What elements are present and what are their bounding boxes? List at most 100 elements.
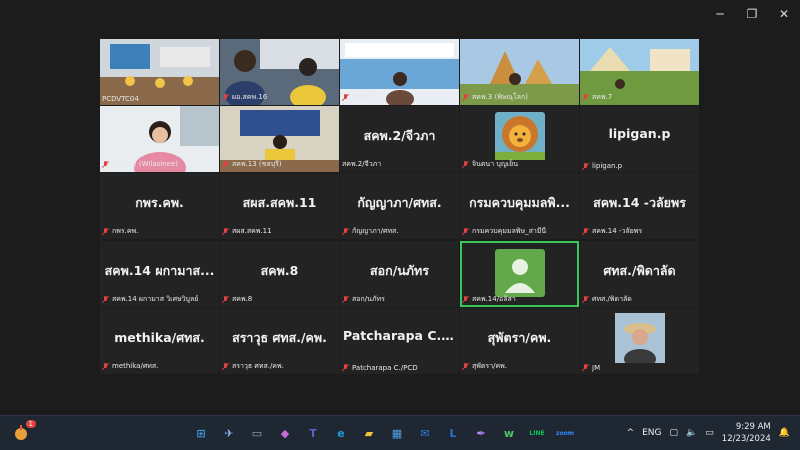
participant-display-name: สคพ.8 [260, 262, 299, 278]
plane-icon[interactable]: ✈ [218, 422, 240, 444]
participant-tile[interactable]: จินตนา บุญเย็น [460, 106, 579, 173]
participant-tile[interactable]: สคพ.2/จีวภา สคพ.2/จีวภา [340, 106, 459, 173]
participant-tile[interactable]: สคพ.7 [580, 39, 699, 105]
copilot-icon[interactable]: ◆ [274, 422, 296, 444]
muted-mic-icon [222, 94, 229, 101]
participant-label: lipigan.p [582, 162, 622, 170]
participant-name: JM [592, 363, 601, 372]
participant-tile[interactable]: PCDVTC04 [100, 39, 219, 105]
folder-icon[interactable]: ▰ [358, 422, 380, 444]
muted-mic-icon [222, 295, 229, 303]
participant-display-name: methika/ศทส. [114, 329, 205, 345]
participant-name: สคพ.12 (Wilasinee) [112, 160, 178, 169]
files-icon[interactable]: ▭ [246, 422, 268, 444]
participant-tile[interactable]: lipigan.p lipigan.p [580, 106, 699, 173]
participant-display-name: สราวุธ ศทส./คพ. [232, 329, 327, 345]
participant-name: สคพ.8 [232, 294, 253, 303]
tray-chevron-icon[interactable]: ^ [627, 428, 635, 438]
participant-tile[interactable]: กพร.คพ. กพร.คพ. [100, 173, 219, 240]
store-icon[interactable]: ▦ [386, 422, 408, 444]
participant-name: สคพ.13 (ชลบุรี) [232, 160, 282, 169]
teams-icon[interactable]: T [302, 422, 324, 444]
participant-tile[interactable]: ผอ.สคพ.16 [220, 39, 339, 105]
participant-name: lipigan.p [592, 162, 623, 171]
l-app-icon[interactable]: L [442, 422, 464, 444]
weather-widget[interactable]: 1 [12, 420, 36, 443]
participant-tile[interactable]: ศทส./พิดาลัด ศทส./พิดาลัด [580, 240, 699, 307]
participant-label: สอก/นภัทร [342, 294, 385, 305]
muted-mic-icon [582, 94, 589, 101]
participant-name: กพร.คพ. [112, 227, 139, 236]
participant-name: สคพ.14 -วลัยพร [592, 227, 643, 236]
participant-tile[interactable]: สคพ.13 (ชลบุรี) [220, 106, 339, 173]
mail-icon[interactable]: ✉ [414, 422, 436, 444]
participant-tile[interactable]: สคพ.12 (Wilasinee) [100, 106, 219, 173]
start-icon[interactable]: ⊞ [190, 422, 212, 444]
participant-tile[interactable]: สอก/นภัทร สอก/นภัทร [340, 240, 459, 307]
participant-tile[interactable]: สคพ.14 -วลัยพร สคพ.14 -วลัยพร [580, 173, 699, 240]
display-icon[interactable]: ▢ [670, 428, 679, 438]
participant-display-name: สผส.สคพ.11 [242, 195, 317, 211]
participant-label: สคพ.14 ผกามาส วิเศษวิบูลย์ [102, 294, 198, 305]
participant-tile[interactable]: สผส.สคพ.11 สผส.สคพ.11 [220, 173, 339, 240]
edge-icon[interactable]: e [330, 422, 352, 444]
participant-label: ศทส./พิดาลัด [582, 294, 632, 305]
volume-icon[interactable]: 🔈 [686, 428, 697, 438]
close-button[interactable]: ✕ [768, 0, 800, 28]
feather-icon[interactable]: ✒ [470, 422, 492, 444]
participant-tile[interactable]: สคพ.8 สคพ.8 [220, 240, 339, 307]
participant-tile[interactable]: กรมควบคุมมลพิ... กรมควบคุมมลพิษ_สามีนี [460, 173, 579, 240]
line-icon[interactable]: LINE [526, 422, 548, 444]
participant-label: สคพ.7 [582, 92, 612, 103]
zoom-icon[interactable]: zoom [554, 422, 576, 444]
language-indicator[interactable]: ENG [642, 428, 661, 438]
participant-label: สคพ.3 (พิษณุโลก) [462, 92, 528, 103]
participant-tile[interactable]: สคพ.2 [340, 39, 459, 105]
muted-mic-icon [462, 362, 469, 370]
wa-icon[interactable]: w [498, 422, 520, 444]
muted-mic-icon [222, 362, 229, 370]
participant-display-name: สคพ.14 -วลัยพร [593, 195, 686, 211]
muted-mic-icon [462, 161, 469, 168]
minimize-button[interactable]: ─ [704, 0, 736, 28]
participant-tile[interactable]: สราวุธ ศทส./คพ. สราวุธ ศทส./คพ. [220, 307, 339, 374]
participant-name: สคพ.7 [592, 93, 613, 101]
restore-button[interactable]: ❐ [736, 0, 768, 28]
participant-label: สคพ.13 (ชลบุรี) [222, 159, 282, 170]
muted-mic-icon [462, 228, 469, 235]
participant-label: ผอ.สคพ.16 [222, 92, 267, 103]
participant-tile[interactable]: สคพ.3 (พิษณุโลก) [460, 39, 579, 105]
taskbar: 1 ⊞ ✈ ▭ ◆ Te ▰ ▦ ✉ L ✒ w LINE zoom ^ ENG ▢ 🔈 ▭ 9:29 … [0, 415, 800, 450]
photo-avatar-icon [615, 312, 665, 363]
window-controls: ─ ❐ ✕ [704, 0, 800, 28]
muted-mic-icon [222, 161, 229, 168]
participant-name: สผส.สคพ.11 [232, 227, 272, 236]
muted-mic-icon [342, 94, 349, 101]
participant-tile[interactable]: JM [580, 307, 699, 374]
participant-name: สคพ.14 ผกามาส วิเศษวิบูลย์ [112, 294, 199, 303]
participant-label: กัญญาภา/ศทส. [342, 226, 399, 237]
participant-label: สคพ.2/จีวภา [342, 159, 381, 170]
muted-mic-icon [582, 228, 589, 235]
muted-mic-icon [102, 161, 109, 168]
muted-mic-icon [582, 364, 589, 371]
participant-tile[interactable]: กัญญาภา/ศทส. กัญญาภา/ศทส. [340, 173, 459, 240]
participant-name: ผอ.สคพ.16 [232, 93, 268, 101]
participant-name: สอก/นภัทร [352, 294, 385, 303]
participant-label: สคพ.2 [342, 92, 372, 103]
taskbar-apps: ⊞ ✈ ▭ ◆ Te ▰ ▦ ✉ L ✒ w LINE zoom [190, 422, 576, 444]
clock[interactable]: 9:29 AM 12/23/2024 [722, 421, 771, 445]
participant-display-name: Patcharapa C./P... [343, 327, 459, 343]
muted-mic-icon [222, 228, 229, 235]
notifications-icon[interactable]: 🔔 [779, 428, 790, 438]
participant-tile[interactable]: สคพ.14 ผกามาส... สคพ.14 ผกามาส วิเศษวิบูล… [100, 240, 219, 307]
participant-tile[interactable]: สคพ.14/อลิสา [460, 240, 579, 307]
participant-tile[interactable]: สุพัตรา/คพ. สุพัตรา/คพ. [460, 307, 579, 374]
participant-tile[interactable]: Patcharapa C./P... Patcharapa C./PCD [340, 307, 459, 374]
battery-icon[interactable]: ▭ [705, 428, 714, 438]
participant-name: สคพ.2 [352, 93, 373, 101]
participant-label: กรมควบคุมมลพิษ_สามีนี [462, 226, 546, 237]
muted-mic-icon [102, 362, 109, 370]
participant-tile[interactable]: methika/ศทส. methika/ศทส. [100, 307, 219, 374]
participant-label: สคพ.12 (Wilasinee) [102, 159, 178, 170]
